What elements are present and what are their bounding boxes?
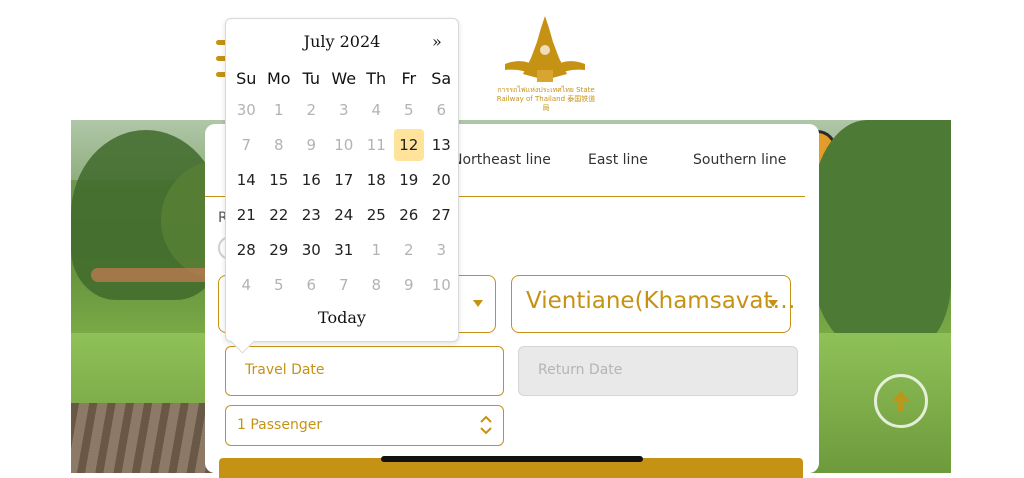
calendar-day[interactable]: 21 <box>230 198 263 233</box>
destination-value: Vientiane(Khamsavat… <box>526 288 796 314</box>
calendar-day[interactable]: 24 <box>328 198 361 233</box>
calendar-day[interactable]: 18 <box>360 163 393 198</box>
calendar-day: 11 <box>366 136 386 154</box>
return-date-input[interactable]: Return Date <box>518 346 798 396</box>
calendar-grid: Su Mo Tu We Th Fr Sa 30 1 2 3 4 5 6 7 8 9 10 11 12 13 14 15 16 1… <box>230 65 458 303</box>
calendar-day: 1 <box>273 101 284 119</box>
logo-caption: การรถไฟแห่งประเทศไทย State Railway of Th… <box>496 86 596 112</box>
next-month-button[interactable]: » <box>432 32 442 51</box>
travel-date-input[interactable]: Travel Date <box>225 346 504 396</box>
up-down-chevron-icon <box>480 415 492 435</box>
passenger-value: 1 Passenger <box>237 417 323 433</box>
calendar-day: 7 <box>338 276 349 294</box>
weekday-header: Tu <box>302 69 320 88</box>
calendar-day[interactable]: 31 <box>328 233 361 268</box>
calendar-day: 2 <box>306 101 317 119</box>
calendar-day: 10 <box>431 276 451 294</box>
calendar-day: 9 <box>403 276 414 294</box>
calendar-day: 5 <box>273 276 284 294</box>
calendar-day[interactable]: 15 <box>263 163 296 198</box>
calendar-day[interactable]: 20 <box>425 163 458 198</box>
arrow-up-icon <box>892 391 910 411</box>
tab-southern-line[interactable]: Southern line <box>693 152 786 168</box>
calendar-day: 8 <box>371 276 382 294</box>
calendar-month-title: July 2024 <box>303 32 381 51</box>
calendar-day: 3 <box>338 101 349 119</box>
date-picker: July 2024 » Su Mo Tu We Th Fr Sa 30 1 2 3 4 5 6 7 8 9 10 1… <box>225 18 459 354</box>
calendar-day: 2 <box>403 241 414 259</box>
calendar-day[interactable]: 26 <box>393 198 426 233</box>
calendar-day[interactable]: 28 <box>230 233 263 268</box>
calendar-day: 8 <box>273 136 284 154</box>
calendar-day[interactable]: 17 <box>328 163 361 198</box>
calendar-day[interactable]: 25 <box>360 198 393 233</box>
calendar-day: 4 <box>241 276 252 294</box>
calendar-day: 30 <box>236 101 256 119</box>
calendar-day: 3 <box>436 241 447 259</box>
calendar-day: 1 <box>371 241 382 259</box>
destination-select[interactable]: Vientiane(Khamsavat… <box>511 275 796 333</box>
passenger-select[interactable]: 1 Passenger <box>225 405 504 446</box>
tab-northeast-line[interactable]: Northeast line <box>452 152 551 168</box>
calendar-day[interactable]: 27 <box>425 198 458 233</box>
weekday-header: Su <box>236 69 257 88</box>
weekday-header: Sa <box>431 69 452 88</box>
calendar-day: 6 <box>436 101 447 119</box>
weekday-header: Th <box>366 69 387 88</box>
home-indicator <box>381 456 643 462</box>
calendar-day[interactable]: 30 <box>295 233 328 268</box>
weekday-header: We <box>331 69 357 88</box>
weekday-header: Mo <box>266 69 291 88</box>
weekday-header: Fr <box>401 69 417 88</box>
calendar-day-today[interactable]: 12 <box>393 128 426 163</box>
calendar-day[interactable]: 22 <box>263 198 296 233</box>
calendar-day[interactable]: 13 <box>425 128 458 163</box>
calendar-day[interactable]: 16 <box>295 163 328 198</box>
calendar-day[interactable]: 19 <box>393 163 426 198</box>
calendar-day: 5 <box>403 101 414 119</box>
caret-down-icon <box>473 300 483 307</box>
today-button[interactable]: Today <box>226 308 458 327</box>
caret-down-icon <box>768 300 778 307</box>
tab-east-line[interactable]: East line <box>588 152 648 168</box>
calendar-day: 10 <box>334 136 354 154</box>
calendar-day[interactable]: 23 <box>295 198 328 233</box>
scroll-to-top-button[interactable] <box>874 374 928 428</box>
calendar-day[interactable]: 29 <box>263 233 296 268</box>
calendar-day: 7 <box>241 136 252 154</box>
calendar-day[interactable]: 14 <box>230 163 263 198</box>
calendar-day: 4 <box>371 101 382 119</box>
calendar-day: 6 <box>306 276 317 294</box>
calendar-day: 9 <box>306 136 317 154</box>
